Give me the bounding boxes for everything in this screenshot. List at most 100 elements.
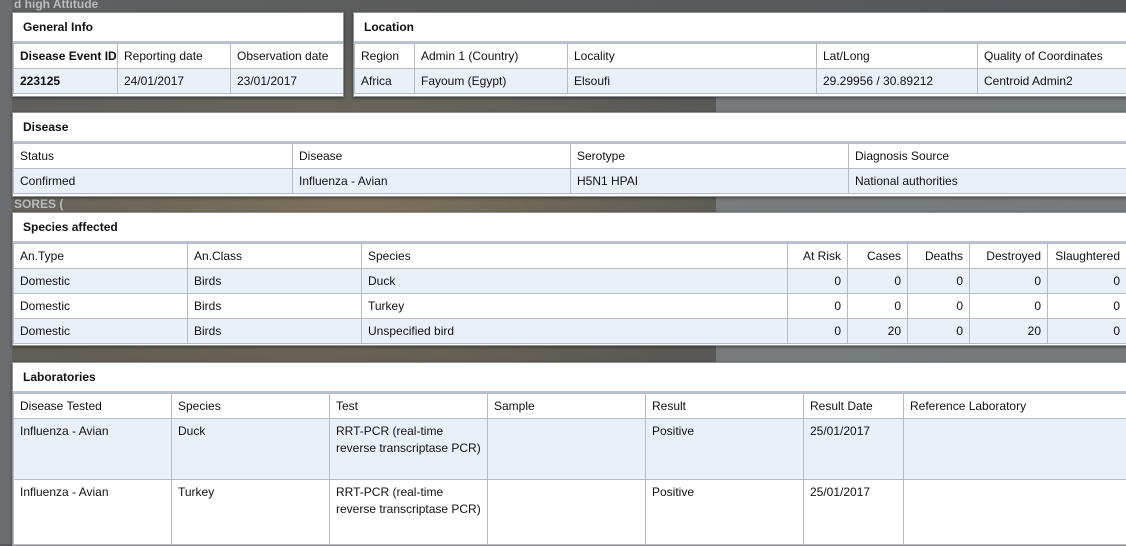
column-header: An.Class: [188, 244, 362, 269]
table-row: Influenza - Avian Duck RRT-PCR (real-tim…: [14, 419, 1126, 480]
table-cell: 25/01/2017: [804, 480, 904, 545]
table-header-row: Disease Tested Species Test Sample Resul…: [14, 394, 1126, 419]
location-table: Region Admin 1 (Country) Locality Lat/Lo…: [354, 43, 1126, 94]
table-header-row: Status Disease Serotype Diagnosis Source: [14, 144, 1126, 169]
table-cell: Duck: [362, 269, 788, 294]
column-header: Lat/Long: [817, 44, 978, 69]
column-header: Serotype: [571, 144, 849, 169]
disease-event-id: 223125: [14, 69, 118, 94]
observation-date: 23/01/2017: [231, 69, 344, 94]
table-cell: 0: [1048, 294, 1126, 319]
table-cell: Domestic: [14, 319, 188, 344]
table-cell: Birds: [188, 294, 362, 319]
laboratories-title: Laboratories: [13, 363, 1126, 393]
table-cell: 0: [788, 294, 848, 319]
species-affected-title: Species affected: [13, 213, 1126, 243]
table-row: Domestic Birds Duck 0 0 0 0 0: [14, 269, 1126, 294]
column-header: Status: [14, 144, 293, 169]
table-cell: Positive: [646, 480, 804, 545]
column-header: Slaughtered: [1048, 244, 1126, 269]
table-cell: [904, 419, 1126, 480]
table-cell: 0: [908, 294, 970, 319]
general-info-panel: General Info Disease Event ID Reporting …: [12, 12, 344, 97]
table-cell: 0: [970, 269, 1048, 294]
region-cell: Africa: [355, 69, 415, 94]
table-row: Confirmed Influenza - Avian H5N1 HPAI Na…: [14, 169, 1126, 194]
general-info-title: General Info: [13, 13, 343, 43]
column-header: Species: [362, 244, 788, 269]
table-row: Influenza - Avian Turkey RRT-PCR (real-t…: [14, 480, 1126, 545]
table-cell: 0: [848, 294, 908, 319]
table-cell: RRT-PCR (real-time reverse transcriptase…: [330, 480, 488, 545]
table-cell: 20: [848, 319, 908, 344]
serotype-cell: H5N1 HPAI: [571, 169, 849, 194]
location-panel: Location Region Admin 1 (Country) Locali…: [353, 12, 1126, 97]
column-header: Test: [330, 394, 488, 419]
table-cell: Positive: [646, 419, 804, 480]
coordinate-quality-cell: Centroid Admin2: [978, 69, 1126, 94]
table-header-row: An.Type An.Class Species At Risk Cases D…: [14, 244, 1126, 269]
table-cell: 0: [908, 319, 970, 344]
table-row: Africa Fayoum (Egypt) Elsoufi 29.29956 /…: [355, 69, 1126, 94]
table-cell: 0: [788, 269, 848, 294]
background-fragment-left: SORES (: [14, 197, 63, 211]
table-cell: 0: [788, 319, 848, 344]
table-cell: [904, 480, 1126, 545]
column-header: An.Type: [14, 244, 188, 269]
table-header-row: Disease Event ID Reporting date Observat…: [14, 44, 344, 69]
species-affected-panel: Species affected An.Type An.Class Specie…: [12, 212, 1126, 346]
column-header: Result: [646, 394, 804, 419]
background-left-strip: [0, 0, 12, 544]
column-header: Result Date: [804, 394, 904, 419]
table-cell: [488, 480, 646, 545]
latlong-cell: 29.29956 / 30.89212: [817, 69, 978, 94]
status-cell: Confirmed: [14, 169, 293, 194]
table-cell: Turkey: [172, 480, 330, 545]
disease-title: Disease: [13, 113, 1126, 143]
table-cell: Turkey: [362, 294, 788, 319]
location-title: Location: [354, 13, 1126, 43]
column-header: Disease Event ID: [14, 44, 118, 69]
column-header: Species: [172, 394, 330, 419]
table-cell: Influenza - Avian: [14, 419, 172, 480]
table-cell: Domestic: [14, 269, 188, 294]
species-affected-table: An.Type An.Class Species At Risk Cases D…: [13, 243, 1126, 344]
table-cell: 0: [908, 269, 970, 294]
column-header: Reporting date: [118, 44, 231, 69]
laboratories-table: Disease Tested Species Test Sample Resul…: [13, 393, 1126, 545]
table-cell: Domestic: [14, 294, 188, 319]
table-row: 223125 24/01/2017 23/01/2017: [14, 69, 344, 94]
reporting-date: 24/01/2017: [118, 69, 231, 94]
column-header: Disease: [293, 144, 571, 169]
column-header: Deaths: [908, 244, 970, 269]
column-header: Reference Laboratory: [904, 394, 1126, 419]
table-row: Domestic Birds Turkey 0 0 0 0 0: [14, 294, 1126, 319]
table-cell: Duck: [172, 419, 330, 480]
disease-cell: Influenza - Avian: [293, 169, 571, 194]
table-cell: RRT-PCR (real-time reverse transcriptase…: [330, 419, 488, 480]
column-header: Sample: [488, 394, 646, 419]
column-header: Admin 1 (Country): [415, 44, 568, 69]
laboratories-panel: Laboratories Disease Tested Species Test…: [12, 362, 1126, 546]
column-header: Region: [355, 44, 415, 69]
column-header: Destroyed: [970, 244, 1048, 269]
table-row: Domestic Birds Unspecified bird 0 20 0 2…: [14, 319, 1126, 344]
column-header: Locality: [568, 44, 817, 69]
general-info-table: Disease Event ID Reporting date Observat…: [13, 43, 344, 94]
disease-table: Status Disease Serotype Diagnosis Source…: [13, 143, 1126, 194]
locality-cell: Elsoufi: [568, 69, 817, 94]
table-cell: Unspecified bird: [362, 319, 788, 344]
table-cell: Birds: [188, 269, 362, 294]
table-header-row: Region Admin 1 (Country) Locality Lat/Lo…: [355, 44, 1126, 69]
table-cell: 25/01/2017: [804, 419, 904, 480]
column-header: Disease Tested: [14, 394, 172, 419]
admin1-cell: Fayoum (Egypt): [415, 69, 568, 94]
table-cell: 20: [970, 319, 1048, 344]
table-cell: 0: [970, 294, 1048, 319]
background-fragment: d high Attitude: [14, 0, 98, 11]
diagnosis-source-cell: National authorities: [849, 169, 1126, 194]
column-header: Cases: [848, 244, 908, 269]
table-cell: 0: [1048, 319, 1126, 344]
table-cell: Influenza - Avian: [14, 480, 172, 545]
table-cell: [488, 419, 646, 480]
